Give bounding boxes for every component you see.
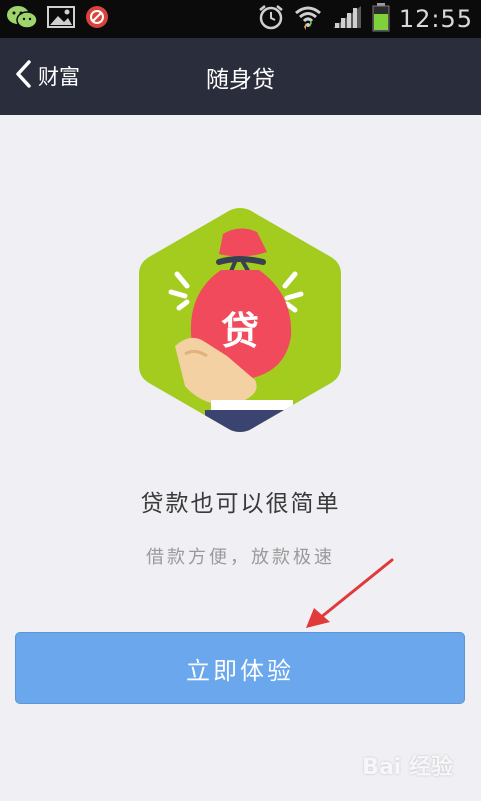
loan-illustration: 贷 (135, 204, 345, 436)
wifi-icon (293, 3, 323, 35)
subline: 借款方便，放款极速 (146, 547, 335, 568)
chevron-left-icon (14, 59, 32, 93)
watermark-text: Bai 经验 (362, 755, 453, 780)
block-icon (84, 4, 110, 34)
status-bar: 12:55 (0, 0, 481, 38)
back-button[interactable]: 财富 (14, 56, 80, 96)
status-time: 12:55 (398, 5, 473, 33)
battery-icon (371, 2, 391, 36)
watermark: Bai 经验 (362, 749, 453, 781)
gallery-icon (46, 4, 76, 34)
loan-badge-char: 贷 (220, 309, 259, 353)
back-label: 财富 (38, 65, 80, 89)
alarm-icon (257, 3, 285, 35)
try-now-button[interactable]: 立即体验 (15, 632, 465, 704)
headline: 贷款也可以很简单 (140, 491, 341, 517)
signal-icon (331, 4, 363, 34)
annotation-arrow-icon (300, 556, 400, 634)
nav-bar: 财富 随身贷 (0, 38, 481, 115)
wechat-icon (6, 4, 38, 34)
